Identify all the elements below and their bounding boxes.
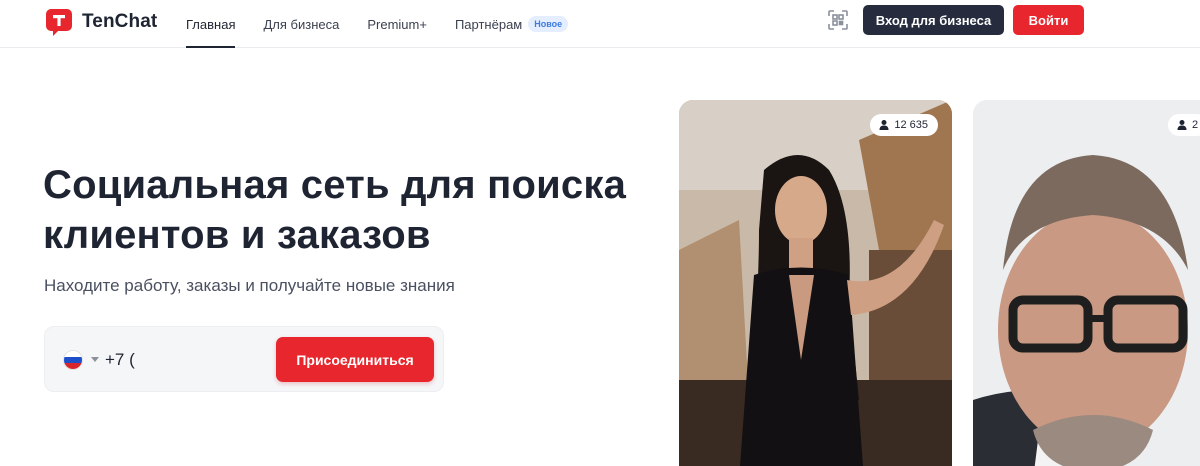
followers-count-value: 2 bbox=[1192, 119, 1199, 131]
nav-item-partners[interactable]: Партнёрам Новое bbox=[454, 0, 569, 48]
logo[interactable]: TenChat bbox=[44, 7, 157, 37]
business-login-button[interactable]: Вход для бизнеса bbox=[863, 5, 1004, 35]
login-button[interactable]: Войти bbox=[1013, 5, 1084, 35]
logo-text: TenChat bbox=[82, 11, 158, 32]
chevron-down-icon[interactable] bbox=[91, 357, 99, 362]
followers-count-value: 12 635 bbox=[894, 119, 928, 131]
profile-card[interactable]: 2 bbox=[973, 100, 1200, 466]
followers-count: 12 635 bbox=[870, 114, 938, 136]
profile-photo bbox=[679, 100, 952, 466]
phone-input[interactable] bbox=[105, 346, 265, 374]
tenchat-logo-icon bbox=[44, 7, 74, 37]
main-nav: Главная Для бизнеса Premium+ Партнёрам Н… bbox=[186, 0, 596, 48]
join-button[interactable]: Присоединиться bbox=[276, 337, 434, 382]
nav-item-label: Для бизнеса bbox=[263, 16, 340, 32]
qr-code-icon[interactable] bbox=[826, 8, 850, 32]
nav-item-label: Premium+ bbox=[367, 16, 427, 32]
user-icon bbox=[1177, 120, 1187, 130]
nav-item-business[interactable]: Для бизнеса bbox=[263, 0, 339, 48]
profile-card[interactable]: 12 635 bbox=[679, 100, 952, 466]
followers-count: 2 bbox=[1168, 114, 1200, 136]
nav-item-label: Партнёрам bbox=[454, 16, 523, 32]
new-badge: Новое bbox=[528, 16, 569, 32]
nav-item-home[interactable]: Главная bbox=[186, 0, 236, 48]
hero-subtitle: Находите работу, заказы и получайте новы… bbox=[44, 276, 455, 295]
top-header: TenChat Главная Для бизнеса Premium+ Пар… bbox=[0, 0, 1200, 48]
hero-title: Социальная сеть для поиска клиентов и за… bbox=[43, 163, 627, 257]
nav-item-label: Главная bbox=[186, 16, 236, 32]
user-icon bbox=[879, 120, 889, 130]
join-form: Присоединиться bbox=[44, 326, 444, 392]
nav-item-premium[interactable]: Premium+ bbox=[367, 0, 427, 48]
profile-photo bbox=[973, 100, 1200, 466]
russia-flag-icon[interactable] bbox=[63, 350, 83, 370]
